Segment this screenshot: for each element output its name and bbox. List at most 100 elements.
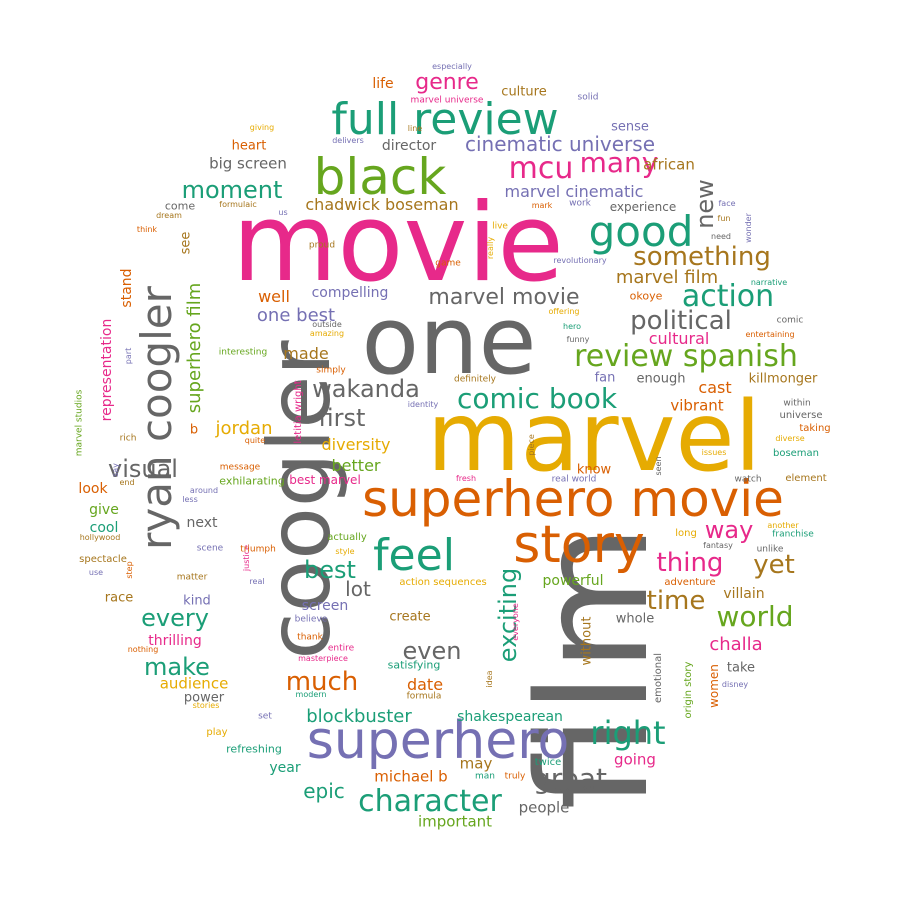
- word-stories: stories: [192, 701, 220, 710]
- word-identity: identity: [407, 400, 439, 409]
- word-work: work: [569, 198, 591, 209]
- word-idea: idea: [485, 670, 494, 688]
- word-villain: villain: [723, 586, 765, 602]
- word-ryan-coogler: ryan coogler: [132, 286, 181, 550]
- word-real: real: [249, 577, 265, 586]
- word-less: less: [182, 495, 198, 504]
- word-element: element: [785, 473, 827, 484]
- word-mark: mark: [531, 201, 553, 210]
- word-give: give: [89, 502, 119, 518]
- word-long: long: [675, 528, 697, 539]
- word-mcu: mcu: [508, 151, 574, 186]
- word-outside: outside: [312, 320, 342, 329]
- word-fan: fan: [594, 370, 616, 386]
- word-giving: giving: [249, 123, 275, 132]
- word-game: game: [435, 258, 461, 269]
- word-look: look: [78, 481, 108, 497]
- word-feel: feel: [373, 530, 455, 581]
- word-every: every: [141, 604, 209, 632]
- word-cultural: cultural: [648, 329, 710, 348]
- word-rich: rich: [119, 433, 137, 444]
- word-representation: representation: [99, 318, 115, 422]
- word-may: may: [459, 754, 493, 773]
- word-man: man: [475, 771, 495, 782]
- word-diversity: diversity: [321, 435, 391, 454]
- word-see: see: [178, 231, 194, 255]
- word-boseman: boseman: [772, 448, 820, 459]
- word-made: made: [283, 344, 329, 363]
- word-people: people: [518, 798, 570, 817]
- word-blockbuster: blockbuster: [306, 706, 412, 727]
- word-need: need: [711, 232, 731, 241]
- word-scene: scene: [196, 543, 224, 554]
- word-definitely: definitely: [453, 374, 497, 385]
- word-twice: twice: [534, 757, 562, 768]
- word-watch: watch: [734, 474, 762, 485]
- word-end: end: [119, 478, 135, 487]
- word-beautiful: beautiful: [554, 786, 594, 797]
- word-wonder: wonder: [744, 213, 753, 243]
- word-proud: proud: [308, 240, 336, 251]
- word-kind: kind: [183, 593, 211, 609]
- word-entertaining: entertaining: [745, 330, 795, 339]
- word-revolutionary: revolutionary: [553, 256, 607, 265]
- word-step: step: [125, 561, 134, 579]
- word-heart: heart: [231, 138, 267, 154]
- word-women: women: [707, 664, 721, 708]
- word-face: face: [718, 199, 736, 208]
- word-taking: taking: [799, 423, 831, 434]
- word-cast: cast: [698, 378, 732, 397]
- word-real-world: real world: [551, 474, 597, 485]
- word-race: race: [104, 590, 134, 606]
- word-time: time: [646, 586, 706, 616]
- word-take: take: [726, 660, 756, 676]
- word-solid: solid: [577, 92, 599, 103]
- word-lot: lot: [345, 577, 371, 601]
- word-diverse: diverse: [775, 434, 805, 443]
- word-compelling: compelling: [311, 285, 389, 301]
- word-origin-story: origin story: [683, 661, 694, 719]
- word-marvel-studios: marvel studios: [74, 389, 85, 457]
- word-story: story: [513, 515, 645, 575]
- word-right: right: [590, 714, 666, 752]
- word-piece: piece: [527, 434, 536, 456]
- word-narrative: narrative: [750, 278, 788, 287]
- word-best-marvel: best marvel: [289, 473, 361, 487]
- word-without: without: [579, 616, 595, 666]
- word-offering: offering: [548, 307, 580, 316]
- word-really: really: [486, 236, 495, 260]
- word-modern: modern: [295, 690, 327, 699]
- word-better: better: [331, 456, 381, 475]
- word-next: next: [186, 515, 218, 531]
- word-think: think: [136, 225, 158, 234]
- word-cloud: film movie marvel one coogler superhero …: [0, 0, 900, 900]
- word-quite: quite: [244, 436, 266, 445]
- word-exhilarating: exhilarating: [219, 474, 285, 488]
- word-come: come: [164, 199, 196, 213]
- word-comic: comic: [776, 315, 804, 326]
- word-shakespearean: shakespearean: [457, 709, 563, 725]
- word-first: first: [318, 404, 366, 432]
- word-emotional: emotional: [653, 652, 664, 704]
- word-seen: seen: [654, 456, 663, 476]
- word-superhero-film: superhero film: [184, 282, 205, 414]
- word-marvel-universe: marvel universe: [410, 95, 484, 106]
- word-powerful: powerful: [542, 573, 604, 589]
- word-truly: truly: [504, 771, 526, 782]
- word-refreshing: refreshing: [226, 742, 282, 756]
- word-interesting: interesting: [218, 347, 268, 358]
- word-okoye: okoye: [629, 289, 663, 303]
- word-funny: funny: [566, 335, 590, 344]
- word-audience: audience: [159, 674, 229, 693]
- word-amazing: amazing: [309, 329, 345, 338]
- word-hero: hero: [563, 322, 581, 331]
- word-going: going: [614, 750, 656, 769]
- word-especially: especially: [432, 62, 472, 71]
- word-b: b: [189, 422, 199, 438]
- word-killmonger: killmonger: [748, 371, 818, 387]
- word-masterpiece: masterpiece: [298, 654, 348, 663]
- word-big-screen: big screen: [209, 154, 287, 173]
- word-important: important: [417, 812, 493, 831]
- word-michael-b: michael b: [374, 767, 448, 786]
- word-say: say: [111, 463, 120, 477]
